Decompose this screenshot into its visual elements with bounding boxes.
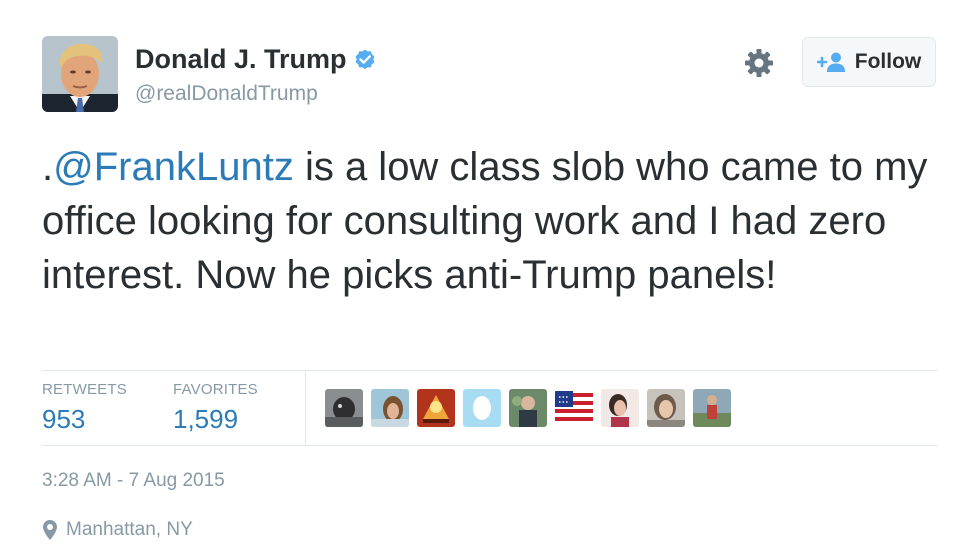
favoriter-avatar[interactable]	[463, 389, 501, 427]
tweet-location[interactable]: Manhattan, NY	[42, 519, 193, 541]
favoriter-avatar[interactable]	[371, 389, 409, 427]
tweet-text: .@FrankLuntz is a low class slob who cam…	[42, 140, 957, 302]
favoriter-avatar[interactable]	[325, 389, 363, 427]
verified-badge-icon	[355, 49, 374, 69]
author-avatar[interactable]	[42, 36, 118, 112]
tweet-timestamp[interactable]: 3:28 AM - 7 Aug 2015	[42, 470, 225, 492]
favoriter-avatar[interactable]	[693, 389, 731, 427]
favorites-count[interactable]: 1,599	[173, 404, 238, 435]
favoriter-avatars	[325, 389, 731, 427]
follow-button[interactable]: Follow	[802, 37, 936, 87]
favoriter-avatar[interactable]	[647, 389, 685, 427]
tweet-prefix: .	[42, 145, 54, 189]
stats-vertical-divider	[305, 371, 306, 445]
mention-link[interactable]: @FrankLuntz	[53, 145, 294, 189]
favoriter-avatar[interactable]	[509, 389, 547, 427]
retweets-label: RETWEETS	[42, 381, 127, 398]
author-name-row[interactable]: Donald J. Trump	[135, 44, 377, 75]
add-user-icon	[816, 52, 845, 72]
favoriter-avatar[interactable]	[417, 389, 455, 427]
retweets-count[interactable]: 953	[42, 404, 85, 435]
author-handle[interactable]: @realDonaldTrump	[135, 82, 318, 106]
stats-divider-top	[42, 370, 938, 371]
follow-label: Follow	[854, 50, 922, 73]
location-label: Manhattan, NY	[66, 519, 193, 540]
favoriter-avatar[interactable]	[555, 389, 593, 427]
author-display-name[interactable]: Donald J. Trump	[135, 44, 347, 75]
favoriter-avatar[interactable]	[601, 389, 639, 427]
stats-divider-bottom	[42, 445, 938, 446]
gear-icon[interactable]	[744, 48, 774, 78]
favorites-label: FAVORITES	[173, 381, 258, 398]
location-pin-icon	[43, 520, 57, 540]
